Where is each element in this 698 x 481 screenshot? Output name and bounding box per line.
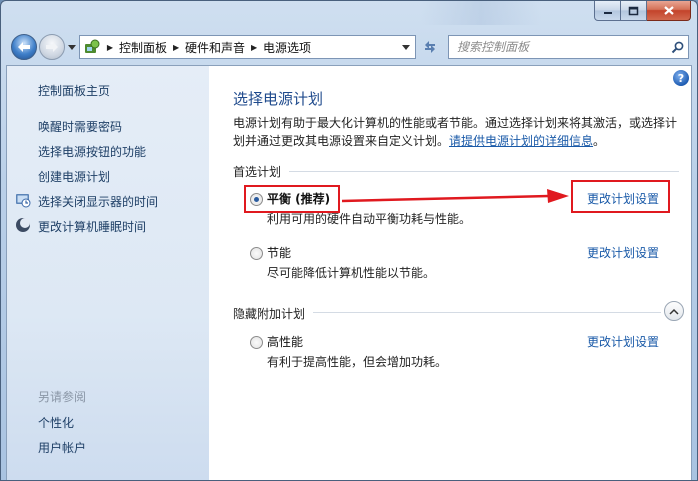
annotation-arrow — [341, 189, 569, 203]
control-panel-window: ▶ 控制面板 ▶ 硬件和声音 ▶ 电源选项 控制面板主页 唤醒时需要 — [0, 0, 698, 481]
